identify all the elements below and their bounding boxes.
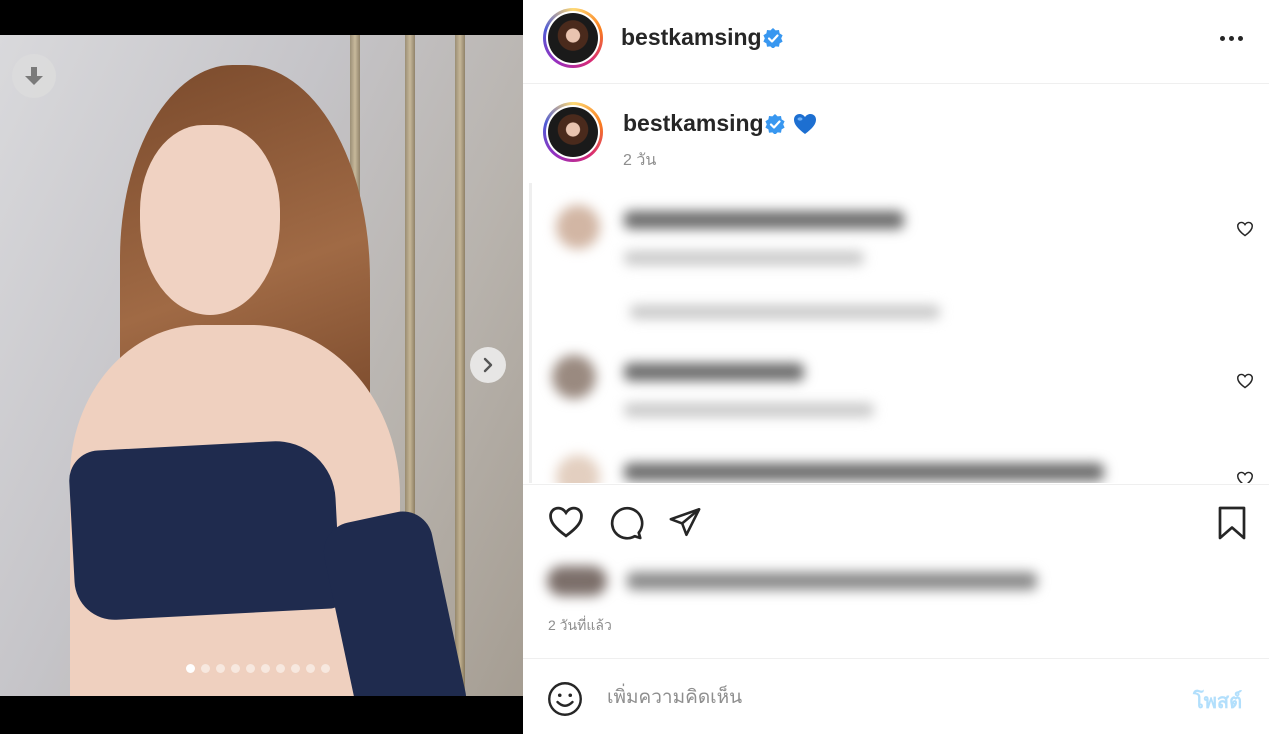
slide-dot xyxy=(201,664,210,673)
background-pillar xyxy=(455,35,465,696)
download-arrow-icon xyxy=(25,67,43,85)
save-bookmark-icon[interactable] xyxy=(1217,505,1247,541)
slide-dot xyxy=(231,664,240,673)
comment-bubble-icon[interactable] xyxy=(608,505,644,541)
slide-dot xyxy=(261,664,270,673)
comment-avatar xyxy=(552,355,596,399)
photo-face xyxy=(140,125,280,315)
comment-text-redacted xyxy=(624,463,1104,481)
caption-age: 2 วัน xyxy=(623,152,657,169)
slide-dot xyxy=(216,664,225,673)
slide-dot xyxy=(276,664,285,673)
comment-text-redacted xyxy=(624,211,904,229)
share-send-icon[interactable] xyxy=(668,505,702,539)
verified-badge-icon xyxy=(763,28,783,48)
comment-input[interactable] xyxy=(607,683,1167,713)
verified-badge-icon xyxy=(765,114,785,134)
post-details-panel: bestkamsing bestkamsing 2 วัน 2 วันที่แล… xyxy=(523,0,1269,734)
post-header: bestkamsing xyxy=(523,0,1269,84)
next-slide-button[interactable] xyxy=(470,347,506,383)
header-avatar[interactable] xyxy=(543,8,603,68)
comment-like-heart-icon[interactable] xyxy=(1236,471,1254,483)
more-options-button[interactable] xyxy=(1215,28,1247,48)
post-actions xyxy=(523,484,1269,560)
caption-avatar[interactable] xyxy=(543,102,603,162)
slide-dot xyxy=(186,664,195,673)
slide-dot xyxy=(246,664,255,673)
slide-dot xyxy=(306,664,315,673)
comment-avatar xyxy=(556,205,600,249)
more-dot-icon xyxy=(1219,35,1225,41)
blue-heart-icon xyxy=(794,114,816,134)
posted-time: 2 วันที่แล้ว xyxy=(548,617,612,633)
like-heart-icon[interactable] xyxy=(547,505,585,539)
photo-top xyxy=(67,438,342,622)
slide-dot xyxy=(291,664,300,673)
comment-text-redacted xyxy=(624,363,804,381)
slide-indicator xyxy=(186,664,330,673)
caption-username[interactable]: bestkamsing xyxy=(623,110,764,137)
instagram-post-modal: bestkamsing bestkamsing 2 วัน 2 วันที่แล… xyxy=(0,0,1269,734)
header-username[interactable]: bestkamsing xyxy=(621,24,762,51)
media-viewer xyxy=(0,0,523,734)
more-dot-icon xyxy=(1228,35,1234,41)
comment-meta-redacted xyxy=(624,403,874,417)
slide-dot xyxy=(321,664,330,673)
likes-summary-redacted xyxy=(537,562,1047,602)
comment-like-heart-icon[interactable] xyxy=(1236,221,1254,237)
add-comment-bar: โพสต์ xyxy=(523,658,1269,734)
post-photo[interactable] xyxy=(0,35,523,696)
comment-meta-redacted xyxy=(624,251,864,265)
chevron-right-icon xyxy=(483,357,493,373)
comment-like-heart-icon[interactable] xyxy=(1236,373,1254,389)
comments-list xyxy=(529,183,1269,483)
emoji-smile-icon[interactable] xyxy=(547,681,583,717)
post-comment-button[interactable]: โพสต์ xyxy=(1193,685,1242,717)
comment-avatar xyxy=(556,455,600,483)
download-button[interactable] xyxy=(12,54,56,98)
view-replies-redacted xyxy=(630,305,940,319)
more-dot-icon xyxy=(1237,35,1243,41)
